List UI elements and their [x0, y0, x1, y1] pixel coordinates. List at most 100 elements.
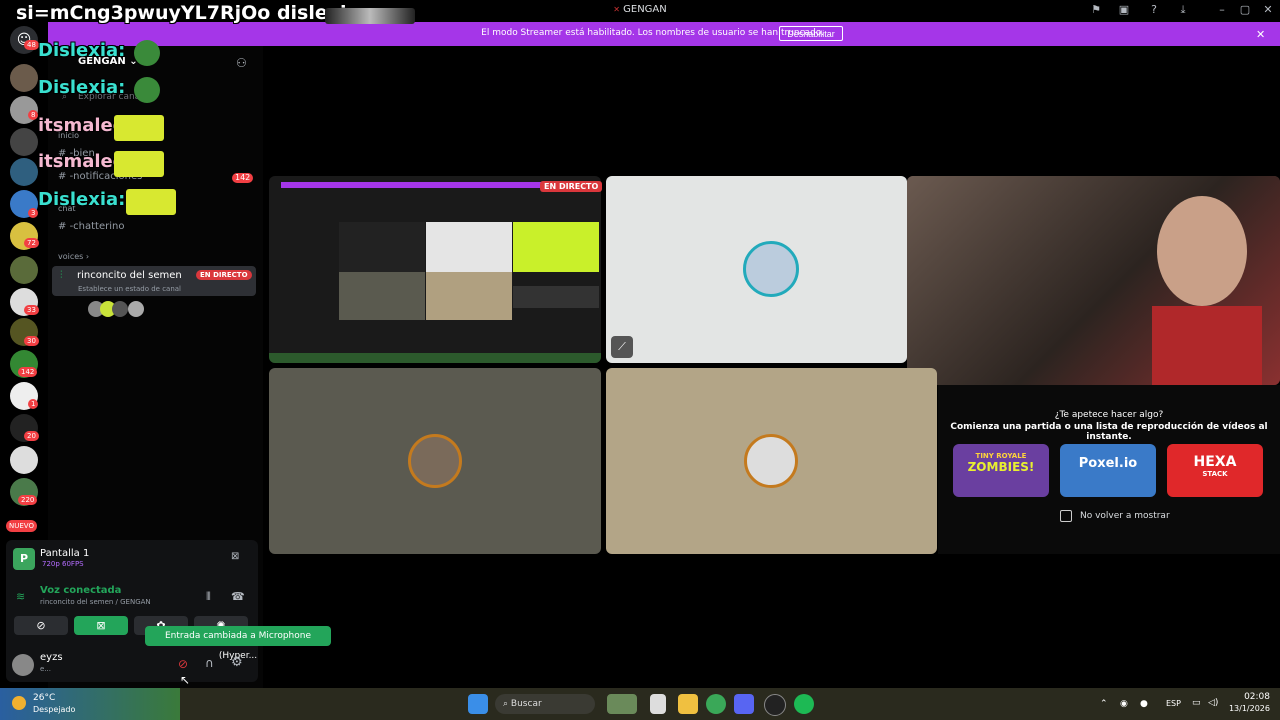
- webcam-face: [1157, 196, 1247, 306]
- stop-stream-icon[interactable]: ⊠: [231, 551, 239, 562]
- search-icon: ⌕: [503, 699, 509, 709]
- mini-screen: [339, 272, 425, 320]
- voice-channel-path[interactable]: rinconcito del semen / GENGAN: [40, 598, 151, 606]
- disable-streamer-mode-button[interactable]: Deshabilitar: [779, 26, 843, 41]
- taskbar-app-icon[interactable]: [650, 694, 666, 714]
- weather-icon[interactable]: [12, 696, 26, 710]
- server-badge: 142: [18, 367, 38, 377]
- weather-desc[interactable]: Despejado: [33, 705, 75, 714]
- tray-app-icon[interactable]: ◉: [1120, 699, 1128, 709]
- activities-subtitle: Comienza una partida o una lista de repr…: [950, 422, 1268, 442]
- mic-muted-icon[interactable]: ⊘: [178, 657, 188, 671]
- channel-chatterino[interactable]: # -chatterino: [58, 221, 124, 232]
- game-card-zombies[interactable]: TINY ROYALE ZOMBIES!: [953, 444, 1049, 497]
- minimize-icon[interactable]: –: [1215, 3, 1229, 17]
- maximize-icon[interactable]: ▢: [1238, 3, 1252, 17]
- server-icon[interactable]: [10, 256, 38, 284]
- chat-emote: [126, 189, 176, 215]
- volume-icon[interactable]: ◁): [1208, 698, 1218, 708]
- mini-taskbar: [269, 353, 601, 363]
- member-avatar[interactable]: [112, 301, 128, 317]
- chat-emote: [114, 115, 164, 141]
- language-indicator[interactable]: ESP: [1166, 699, 1181, 708]
- start-button-icon[interactable]: [468, 694, 488, 714]
- server-badge: 33: [24, 305, 39, 315]
- clock-time[interactable]: 02:08: [1226, 692, 1270, 702]
- input-changed-toast: Entrada cambiada a Microphone (Hyper...: [145, 626, 331, 661]
- flag-icon[interactable]: ⚑: [1089, 3, 1103, 17]
- banner-close-icon[interactable]: ✕: [1256, 28, 1265, 41]
- server-icon[interactable]: [10, 64, 38, 92]
- tray-app-icon[interactable]: ●: [1140, 699, 1148, 709]
- muted-icon: ⟋: [611, 336, 633, 358]
- wallpaper-strip: [0, 688, 180, 720]
- webcam-tile[interactable]: [907, 176, 1280, 385]
- participant-avatar: [408, 434, 462, 488]
- file-explorer-icon[interactable]: [678, 694, 698, 714]
- app-logo-icon: ✕: [613, 5, 620, 14]
- tray-chevron-icon[interactable]: ⌃: [1100, 699, 1108, 709]
- settings-gear-icon[interactable]: ⚙: [231, 655, 243, 670]
- webcam-shirt: [1152, 306, 1262, 385]
- server-badge: 20: [24, 431, 39, 441]
- spotify-icon[interactable]: [794, 694, 814, 714]
- add-friend-icon[interactable]: ⚇: [236, 56, 247, 70]
- category-voices[interactable]: voices ›: [58, 252, 89, 261]
- connection-icon: ≋: [16, 590, 26, 603]
- user-status: e...: [40, 665, 51, 673]
- game-card-poxel[interactable]: Poxel.io: [1060, 444, 1156, 497]
- member-avatar[interactable]: [128, 301, 144, 317]
- taskbar-app-icon[interactable]: [607, 694, 637, 714]
- activities-title: ¿Te apetece hacer algo?: [1054, 410, 1164, 420]
- weather-temp[interactable]: 26°C: [33, 693, 55, 703]
- mouse-cursor-icon: ↖: [180, 673, 191, 687]
- close-window-icon[interactable]: ✕: [1261, 3, 1275, 17]
- taskbar-search[interactable]: ⌕ Buscar: [495, 694, 595, 714]
- screen-share-quality: 720p 60FPS: [42, 560, 84, 568]
- server-badge: 72: [24, 238, 39, 248]
- dont-show-checkbox[interactable]: [1060, 510, 1072, 522]
- new-badge: NUEVO: [6, 520, 37, 532]
- mini-screen: [426, 272, 512, 320]
- voice-status[interactable]: Voz conectada: [40, 585, 121, 596]
- chat-emote: [114, 151, 164, 177]
- chat-user: Dislexia:: [38, 189, 126, 210]
- chat-user: Dislexia:: [38, 77, 126, 98]
- channel-status-link[interactable]: Establece un estado de canal: [78, 285, 181, 293]
- noise-suppression-icon[interactable]: ⦀: [206, 590, 211, 604]
- mini-screen: [339, 222, 425, 272]
- network-icon[interactable]: ▭: [1192, 698, 1201, 708]
- screen-share-icon: P: [13, 548, 35, 570]
- windows-taskbar: [0, 688, 1280, 720]
- monitor-icon[interactable]: ▣: [1117, 3, 1131, 17]
- banner-text: El modo Streamer está habilitado. Los no…: [481, 28, 824, 38]
- screen-share-title: Pantalla 1: [40, 548, 90, 559]
- server-badge: 48: [24, 40, 39, 50]
- chrome-icon[interactable]: [706, 694, 726, 714]
- share-screen-button[interactable]: ⊠: [74, 616, 128, 635]
- headphones-icon[interactable]: ∩: [205, 656, 214, 670]
- server-icon[interactable]: [10, 158, 38, 186]
- download-icon[interactable]: ⤓: [1176, 3, 1190, 17]
- server-icon[interactable]: [10, 128, 38, 156]
- participant-avatar: [744, 434, 798, 488]
- unread-badge: 142: [232, 173, 254, 183]
- stream-live-badge: EN DIRECTO: [540, 181, 603, 192]
- overlay-title: si=mCng3pwuyYL7RjOo dislexia: [16, 2, 360, 24]
- obs-icon[interactable]: [764, 694, 786, 716]
- chat-emote: [134, 40, 160, 66]
- live-badge: EN DIRECTO: [196, 270, 252, 280]
- game-card-hexa[interactable]: HEXA STACK: [1167, 444, 1263, 497]
- disconnect-icon[interactable]: ☎: [231, 590, 245, 603]
- chat-user: Dislexia:: [38, 40, 126, 61]
- voice-wave-icon: ⫶: [60, 270, 63, 281]
- user-avatar[interactable]: [12, 654, 34, 676]
- clock-date[interactable]: 13/1/2026: [1222, 704, 1270, 713]
- help-icon[interactable]: ?: [1147, 3, 1161, 17]
- discord-taskbar-icon[interactable]: [734, 694, 754, 714]
- camera-off-button[interactable]: ⊘: [14, 616, 68, 635]
- username[interactable]: eyzs: [40, 652, 63, 663]
- overlay-emote: [325, 8, 415, 24]
- server-icon[interactable]: [10, 446, 38, 474]
- screen-share-tile[interactable]: [269, 176, 601, 363]
